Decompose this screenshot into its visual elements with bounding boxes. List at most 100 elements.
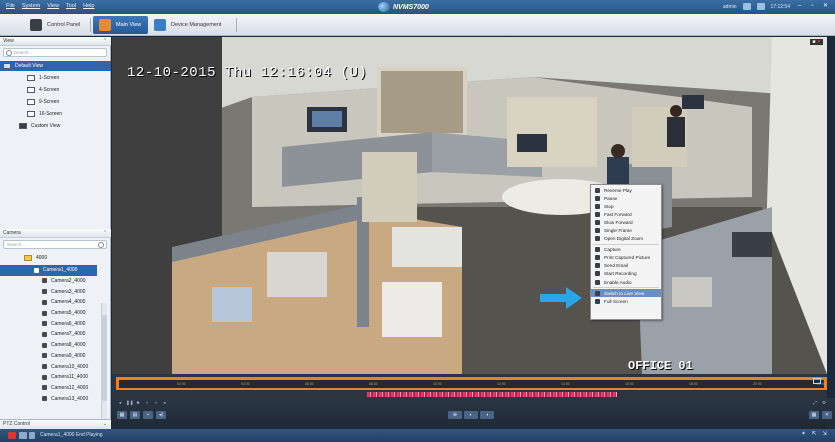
fast-forward-icon[interactable]: »	[153, 400, 159, 405]
camera-name: Camera4_4000	[51, 299, 86, 306]
context-menu-item[interactable]: Full Screen	[591, 297, 661, 305]
tree-item-9-screen[interactable]: 9-Screen	[0, 97, 111, 107]
camera-list-item[interactable]: Camera6_4000	[0, 319, 97, 330]
menu-item-label: Fast Forward	[604, 211, 632, 217]
grid-button[interactable]: ▦	[809, 411, 819, 419]
ptz-zoom-button[interactable]: ⊕	[448, 411, 462, 419]
menu-system[interactable]: System	[22, 3, 40, 9]
context-menu-item[interactable]: Pause	[591, 194, 661, 202]
expand-icon[interactable]: ⌄	[103, 420, 107, 429]
playback-timeline[interactable]: 02:00 04:00 06:00 08:00 10:00 12:00 14:00 16:00…	[112, 374, 827, 398]
minimize-button[interactable]: –	[796, 3, 803, 10]
view-search-input[interactable]: Search...	[3, 48, 107, 57]
context-menu-item[interactable]: Reverse Play	[591, 186, 661, 194]
collapse-icon[interactable]: ⌃	[103, 37, 107, 46]
tab-device-management[interactable]: Device Management	[148, 16, 227, 34]
timeline-bar[interactable]: 02:00 04:00 06:00 08:00 10:00 12:00 14:00 16:00…	[116, 377, 827, 390]
menu-item-label: Print Captured Picture	[604, 255, 651, 261]
single-frame-icon[interactable]: ▸	[162, 400, 168, 405]
camera-icon	[42, 321, 47, 327]
context-menu-item[interactable]: Capture	[591, 246, 661, 254]
camera-list-item[interactable]: Camera12_4000	[0, 383, 97, 394]
context-menu-item[interactable]: Start Recording	[591, 270, 661, 278]
menu-help[interactable]: Help	[83, 3, 94, 9]
settings-icon[interactable]: ⚙	[821, 400, 827, 405]
context-menu-item[interactable]: Single Frame	[591, 226, 661, 234]
ptz-control-header[interactable]: PTZ Control ⌄	[0, 419, 111, 429]
camera-list-item[interactable]: Camera10_4000	[0, 361, 97, 372]
collapse-icon[interactable]: ⌃	[103, 229, 107, 238]
menu-file[interactable]: File	[6, 3, 15, 9]
slow-forward-icon[interactable]: «	[144, 400, 150, 405]
menu-item-icon	[595, 203, 600, 209]
audio-button[interactable]: ◂)	[156, 411, 166, 419]
folder-icon	[3, 63, 11, 69]
user-name: admin	[722, 3, 737, 10]
reverse-play-icon[interactable]: ◂	[117, 400, 123, 405]
info-icon[interactable]	[29, 432, 35, 439]
camera-list-item[interactable]: Camera5_4000	[0, 308, 97, 319]
menu-item-label: Switch to Live View	[604, 290, 645, 296]
camera-search-input[interactable]: Search...	[3, 240, 107, 249]
pin-icon[interactable]: ✦	[801, 431, 806, 437]
tree-item-4-screen[interactable]: 4-Screen	[0, 85, 111, 95]
tree-item-default-view[interactable]: Default View	[0, 61, 111, 71]
monitor-icon[interactable]	[756, 3, 765, 10]
camera-panel-title: Camera	[3, 230, 21, 236]
camera-list-item[interactable]: Camera13_4000	[0, 393, 97, 404]
menu-item-icon	[595, 263, 600, 269]
alarm-icon[interactable]	[8, 432, 16, 439]
app-title: NVMS7000	[378, 2, 429, 12]
tree-item-16-screen[interactable]: 16-Screen	[0, 109, 111, 119]
timeline-expand-icon[interactable]	[813, 378, 821, 384]
camera-list-item[interactable]: Camera4_4000	[0, 297, 97, 308]
menu-item-icon	[595, 236, 600, 242]
ptz-iris-button[interactable]: ◑	[480, 411, 494, 419]
context-menu-item[interactable]: Print Captured Picture	[591, 254, 661, 262]
restore-button[interactable]: ▫	[809, 3, 816, 10]
title-bar: File System View Tool Help NVMS7000 admi…	[0, 0, 835, 14]
expand-icon[interactable]: ⇲	[822, 431, 827, 437]
fullscreen-icon[interactable]: ⤢	[812, 400, 818, 405]
context-menu-item[interactable]: Open Digital Zoom	[591, 235, 661, 243]
menu-view[interactable]: View	[47, 3, 59, 9]
close-button[interactable]: ✕	[822, 3, 829, 10]
tree-item-1-screen[interactable]: 1-Screen	[0, 73, 111, 83]
camera-list-item[interactable]: Camera2_4000	[0, 276, 97, 287]
tree-item-group-4000[interactable]: 4000	[0, 253, 111, 263]
close-all-button[interactable]: ✕	[822, 411, 832, 419]
context-menu-item[interactable]: Slow Forward	[591, 218, 661, 226]
tab-main-view[interactable]: Main View	[93, 16, 148, 34]
menu-tool[interactable]: Tool	[66, 3, 76, 9]
sound-icon[interactable]	[19, 432, 27, 439]
camera-list-item[interactable]: Camera3_4000	[0, 286, 97, 297]
lock-icon[interactable]	[742, 3, 751, 10]
camera-list-item[interactable]: Camera7_4000	[0, 329, 97, 340]
camera-name: Camera7_4000	[51, 331, 86, 338]
window-division-button[interactable]: ▤	[130, 411, 140, 419]
timeline-tick-label: 20:00	[753, 382, 762, 386]
context-menu-item[interactable]: Switch to Live View	[591, 289, 661, 298]
context-menu-item[interactable]: Stop	[591, 202, 661, 210]
layout-button[interactable]: ▦	[117, 411, 127, 419]
camera-icon	[42, 310, 47, 316]
pause-icon[interactable]: ❚❚	[126, 400, 134, 405]
tree-item-custom-view[interactable]: Custom View	[0, 121, 111, 131]
maximize-icon[interactable]: ⇱	[812, 431, 817, 437]
video-player[interactable]: 12-10-2015 Thu 12:16:04 (U) OFFICE 01 ■ …	[112, 37, 827, 374]
tab-control-panel[interactable]: Control Panel	[24, 16, 86, 34]
stop-icon[interactable]: ■	[135, 400, 141, 405]
context-menu-item[interactable]: Send Email	[591, 262, 661, 270]
camera-list-item[interactable]: Camera1_4000	[0, 265, 97, 276]
menu-item-icon	[595, 279, 600, 285]
camera-list-item[interactable]: Camera11_4000	[0, 372, 97, 383]
tab-bar: Control Panel Main View Device Managemen…	[0, 14, 835, 36]
camera-icon	[42, 289, 47, 295]
camera-list-item[interactable]: Camera9_4000	[0, 351, 97, 362]
ptz-focus-button[interactable]: ◐	[464, 411, 478, 419]
context-menu-item[interactable]: Fast Forward	[591, 210, 661, 218]
context-menu-item[interactable]: Enable Audio	[591, 278, 661, 286]
scrollbar-thumb[interactable]	[102, 315, 107, 401]
capture-button[interactable]: ▪	[143, 411, 153, 419]
camera-list-item[interactable]: Camera8_4000	[0, 340, 97, 351]
